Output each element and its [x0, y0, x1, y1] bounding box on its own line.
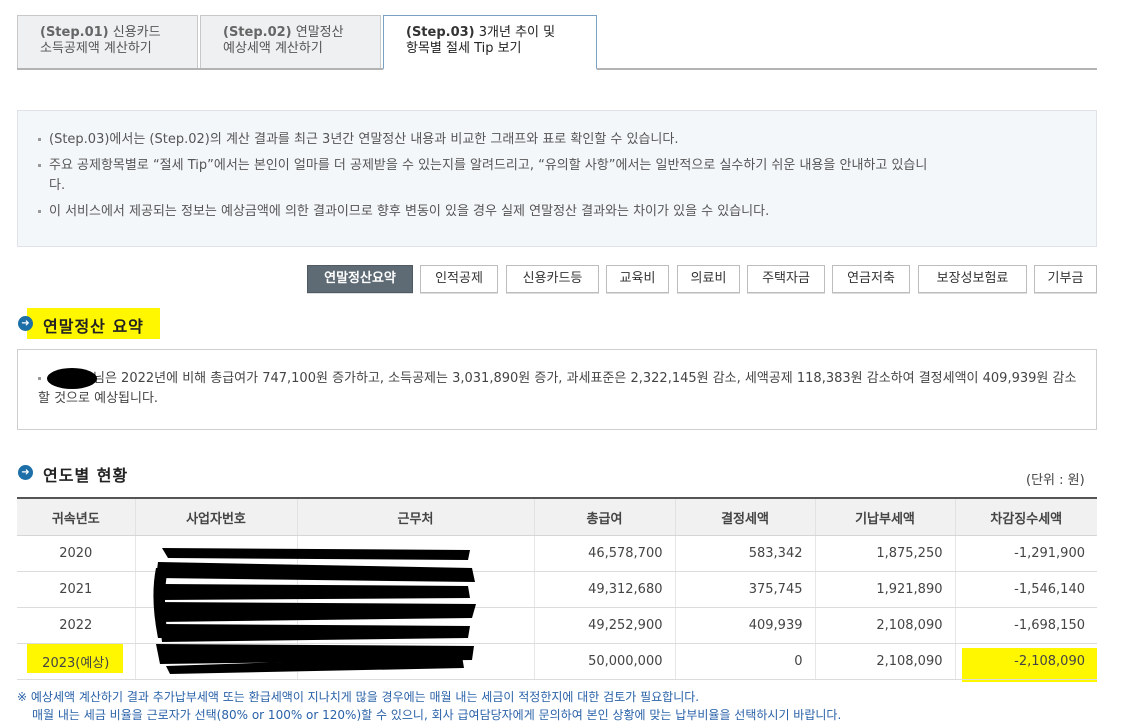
tab-text: 예상세액 계산하기: [223, 41, 323, 56]
cell-year: 2023(예상): [17, 643, 135, 680]
cell-year: 2021: [17, 571, 135, 608]
cell-total-salary: 49,252,900: [533, 607, 675, 644]
column-header: 총급여: [533, 498, 675, 536]
tab-text: 소득공제액 계산하기: [40, 41, 152, 56]
column-header: 귀속년도: [17, 498, 135, 536]
info-line: 이 서비스에서 제공되는 정보는 예상금액에 의한 결과이므로 향후 변동이 있…: [38, 202, 1078, 222]
footnote-2: 매월 내는 세금 비율을 근로자가 선택(80% or 100% or 120%…: [32, 708, 842, 722]
footnote-1: ※ 예상세액 계산하기 결과 추가납부세액 또는 환급세액이 지나치게 많을 경…: [17, 690, 700, 704]
category-button-education[interactable]: 교육비: [606, 265, 669, 293]
info-box: (Step.03)에서는 (Step.02)의 계산 결과를 최근 3년간 연말…: [17, 110, 1097, 247]
cell-balance-tax: -1,291,900: [954, 535, 1097, 572]
tab-step-label: (Step.01): [40, 25, 109, 40]
category-button-pension[interactable]: 연금저축: [832, 265, 910, 293]
cell-year: 2020: [17, 535, 135, 572]
yearly-title: 연도별 현황: [43, 466, 129, 485]
info-line: 주요 공제항목별로 “절세 Tip”에서는 본인이 얼마를 더 공제받을 수 있…: [38, 156, 1078, 176]
tab-step-label: (Step.03): [406, 25, 475, 40]
category-button-personal[interactable]: 인적공제: [420, 265, 498, 293]
cell-determined-tax: 409,939: [674, 607, 815, 644]
category-button-summary[interactable]: 연말정산요약: [307, 265, 413, 293]
info-line: (Step.03)에서는 (Step.02)의 계산 결과를 최근 3년간 연말…: [38, 130, 1078, 150]
summary-text: 님은 2022년에 비해 총급여가 747,100원 증가하고, 소득공제는 3…: [38, 371, 1077, 406]
tab-text: 항목별 절세 Tip 보기: [406, 41, 522, 56]
cell-year: 2022: [17, 607, 135, 644]
arrow-circle-icon: ➜: [18, 465, 33, 480]
tab-step-label: (Step.02): [223, 25, 292, 40]
summary-box: 님은 2022년에 비해 총급여가 747,100원 증가하고, 소득공제는 3…: [17, 349, 1097, 430]
arrow-circle-icon: ➜: [18, 316, 33, 331]
column-header: 근무처: [296, 498, 534, 536]
cell-balance-tax: -1,546,140: [954, 571, 1097, 608]
column-header: 차감징수세액: [954, 498, 1097, 536]
category-button-medical[interactable]: 의료비: [677, 265, 740, 293]
table-header-row: 귀속년도 사업자번호 근무처 총급여 결정세액 기납부세액 차감징수세액: [17, 498, 1097, 536]
redaction-scribble: [153, 548, 476, 674]
tab-text: 연말정산: [295, 25, 344, 40]
unit-label: (단위 : 원): [1026, 473, 1085, 488]
cell-prepaid-tax: 2,108,090: [814, 607, 955, 644]
column-header: 결정세액: [674, 498, 815, 536]
cell-prepaid-tax: 1,921,890: [814, 571, 955, 608]
category-button-housing[interactable]: 주택자금: [747, 265, 825, 293]
cell-prepaid-tax: 1,875,250: [814, 535, 955, 572]
tab-text: 신용카드: [112, 25, 161, 40]
info-line-continued: 다.: [49, 178, 66, 193]
category-button-donation[interactable]: 기부금: [1034, 265, 1097, 293]
cell-total-salary: 49,312,680: [533, 571, 675, 608]
cell-total-salary: 50,000,000: [533, 643, 675, 680]
cell-determined-tax: 0: [674, 643, 815, 680]
cell-prepaid-tax: 2,108,090: [814, 643, 955, 680]
cell-determined-tax: 375,745: [674, 571, 815, 608]
column-header: 사업자번호: [134, 498, 297, 536]
cell-total-salary: 46,578,700: [533, 535, 675, 572]
cell-determined-tax: 583,342: [674, 535, 815, 572]
tab-step-03[interactable]: (Step.03) 3개년 추이 및 항목별 절세 Tip 보기: [383, 15, 597, 70]
redaction-mark: [47, 368, 97, 389]
cell-balance-tax: -2,108,090: [954, 643, 1097, 680]
cell-balance-tax: -1,698,150: [954, 607, 1097, 644]
category-button-insurance[interactable]: 보장성보험료: [918, 265, 1027, 293]
tab-step-02[interactable]: (Step.02) 연말정산 예상세액 계산하기: [200, 15, 381, 68]
tab-step-01[interactable]: (Step.01) 신용카드 소득공제액 계산하기: [17, 15, 198, 68]
tab-text: 3개년 추이 및: [478, 25, 556, 40]
summary-title: 연말정산 요약: [43, 317, 144, 336]
column-header: 기납부세액: [814, 498, 955, 536]
category-button-credit-card[interactable]: 신용카드등: [506, 265, 599, 293]
